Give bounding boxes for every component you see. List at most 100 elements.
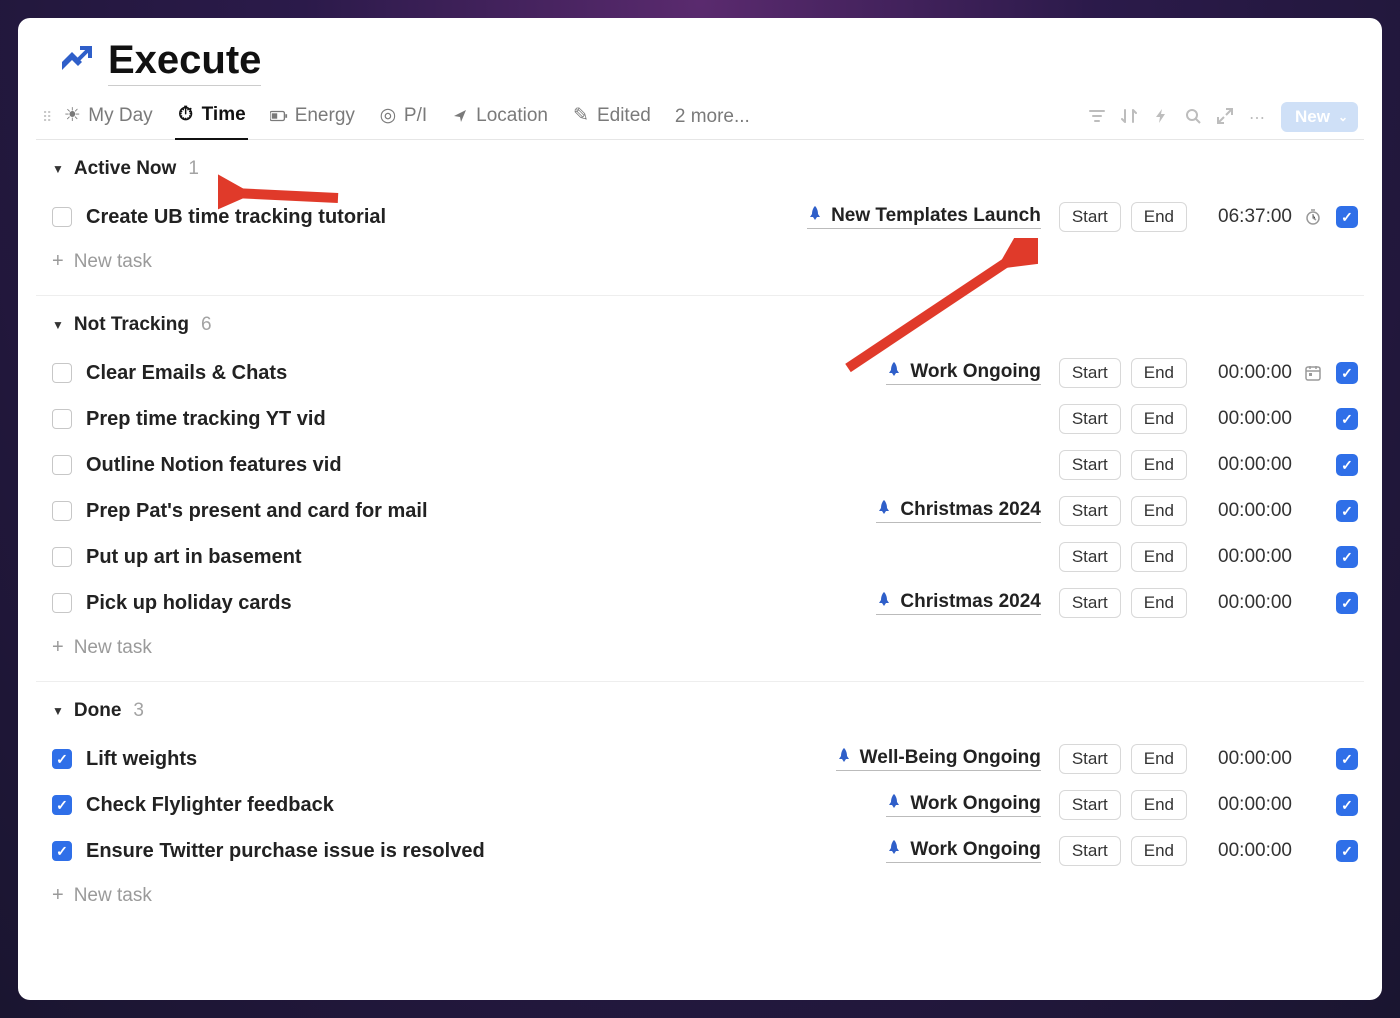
start-button[interactable]: Start [1059,790,1121,820]
tab-edited[interactable]: ✎ Edited [570,95,653,139]
task-row[interactable]: Check Flylighter feedbackWork OngoingSta… [52,782,1358,828]
task-row[interactable]: Pick up holiday cardsChristmas 2024 Start… [52,580,1358,626]
start-button[interactable]: Start [1059,588,1121,618]
row-complete-checkbox[interactable] [1336,408,1358,430]
new-task-button[interactable]: + New task [52,626,1358,681]
row-complete-checkbox[interactable] [1336,454,1358,476]
task-tag[interactable]: Work Ongoing [886,793,1041,817]
more-icon[interactable]: ⋯ [1249,108,1267,126]
task-title: Clear Emails & Chats [86,362,886,385]
task-row[interactable]: Prep Pat's present and card for mailChri… [52,488,1358,534]
group-name: Not Tracking [74,314,189,336]
task-title: Prep time tracking YT vid [86,408,1059,431]
triangle-down-icon: ▼ [52,318,64,332]
tab-label: P/I [404,105,427,127]
task-checkbox[interactable] [52,749,72,769]
row-complete-checkbox[interactable] [1336,546,1358,568]
row-complete-checkbox[interactable] [1336,500,1358,522]
task-row[interactable]: Create UB time tracking tutorialNew Temp… [52,194,1358,240]
task-row[interactable]: Ensure Twitter purchase issue is resolve… [52,828,1358,874]
task-checkbox[interactable] [52,207,72,227]
group-header[interactable]: ▼ Not Tracking 6 [52,314,1358,350]
time-value: 00:00:00 [1197,546,1292,568]
row-complete-checkbox[interactable] [1336,748,1358,770]
group-header[interactable]: ▼Active Now1 [52,158,1358,194]
start-button[interactable]: Start [1059,404,1121,434]
end-button[interactable]: End [1131,450,1187,480]
task-checkbox[interactable] [52,795,72,815]
group: ▼ Not Tracking 6 Clear Emails & ChatsWork O… [36,296,1364,682]
end-button[interactable]: End [1131,202,1187,232]
time-value: 00:00:00 [1197,500,1292,522]
row-complete-checkbox[interactable] [1336,840,1358,862]
end-button[interactable]: End [1131,542,1187,572]
new-task-label: New task [74,637,152,659]
tab-time[interactable]: ⏱ Time [175,94,248,140]
triangle-down-icon: ▼ [52,162,64,176]
end-button[interactable]: End [1131,404,1187,434]
task-checkbox[interactable] [52,501,72,521]
group-header[interactable]: ▼Done3 [52,700,1358,736]
plus-icon: + [52,636,64,659]
task-tag[interactable]: Well-Being Ongoing [836,747,1041,771]
start-button[interactable]: Start [1059,202,1121,232]
end-button[interactable]: End [1131,496,1187,526]
end-button[interactable]: End [1131,358,1187,388]
tab-energy[interactable]: Energy [268,95,357,139]
row-complete-checkbox[interactable] [1336,794,1358,816]
page-icon [58,42,94,83]
task-title: Pick up holiday cards [86,592,876,615]
new-button[interactable]: New ⌄ [1281,102,1358,132]
task-row[interactable]: Lift weightsWell-Being OngoingStartEnd00… [52,736,1358,782]
tab-pi[interactable]: ◎ P/I [377,95,429,139]
tabs-container: ☀ My Day ⏱ Time Energy ◎ P/I L [61,94,1083,139]
task-row[interactable]: Clear Emails & ChatsWork Ongoing Start End… [52,350,1358,396]
start-button[interactable]: Start [1059,358,1121,388]
row-complete-checkbox[interactable] [1336,362,1358,384]
group: ▼Active Now1Create UB time tracking tuto… [36,140,1364,296]
drag-handle-icon[interactable]: ⠿ [42,110,55,124]
plus-icon: + [52,250,64,273]
start-button[interactable]: Start [1059,496,1121,526]
start-button[interactable]: Start [1059,744,1121,774]
task-checkbox[interactable] [52,363,72,383]
search-icon[interactable] [1185,108,1203,126]
task-title: Create UB time tracking tutorial [86,206,807,229]
new-task-button[interactable]: +New task [52,874,1358,929]
end-button[interactable]: End [1131,744,1187,774]
task-checkbox[interactable] [52,841,72,861]
page-title[interactable]: Execute [108,38,261,86]
stopwatch-icon: ⏱ [177,106,195,124]
task-checkbox[interactable] [52,593,72,613]
expand-icon[interactable] [1217,108,1235,126]
task-checkbox[interactable] [52,409,72,429]
start-button[interactable]: Start [1059,450,1121,480]
tabs-more[interactable]: 2 more... [673,96,752,138]
end-button[interactable]: End [1131,790,1187,820]
tab-my-day[interactable]: ☀ My Day [61,95,154,139]
sort-icon[interactable] [1121,108,1139,126]
row-complete-checkbox[interactable] [1336,206,1358,228]
task-tag[interactable]: Christmas 2024 [876,591,1040,615]
bolt-icon[interactable] [1153,108,1171,126]
new-task-button[interactable]: +New task [52,240,1358,295]
task-checkbox[interactable] [52,547,72,567]
filter-icon[interactable] [1089,108,1107,126]
task-row[interactable]: Prep time tracking YT vidStartEnd00:00:0… [52,396,1358,442]
start-button[interactable]: Start [1059,836,1121,866]
end-button[interactable]: End [1131,836,1187,866]
task-tag[interactable]: New Templates Launch [807,205,1041,229]
task-row[interactable]: Outline Notion features vidStartEnd00:00… [52,442,1358,488]
rocket-icon [807,206,823,227]
group-count: 6 [201,314,212,336]
end-button[interactable]: End [1131,588,1187,618]
task-tag[interactable]: Work Ongoing [886,361,1041,385]
task-row[interactable]: Put up art in basementStartEnd00:00:00 [52,534,1358,580]
row-complete-checkbox[interactable] [1336,592,1358,614]
task-tag[interactable]: Christmas 2024 [876,499,1040,523]
task-checkbox[interactable] [52,455,72,475]
task-tag[interactable]: Work Ongoing [886,839,1041,863]
start-button[interactable]: Start [1059,542,1121,572]
tab-location[interactable]: Location [449,95,550,139]
groups-container: ▼Active Now1Create UB time tracking tuto… [36,140,1364,929]
